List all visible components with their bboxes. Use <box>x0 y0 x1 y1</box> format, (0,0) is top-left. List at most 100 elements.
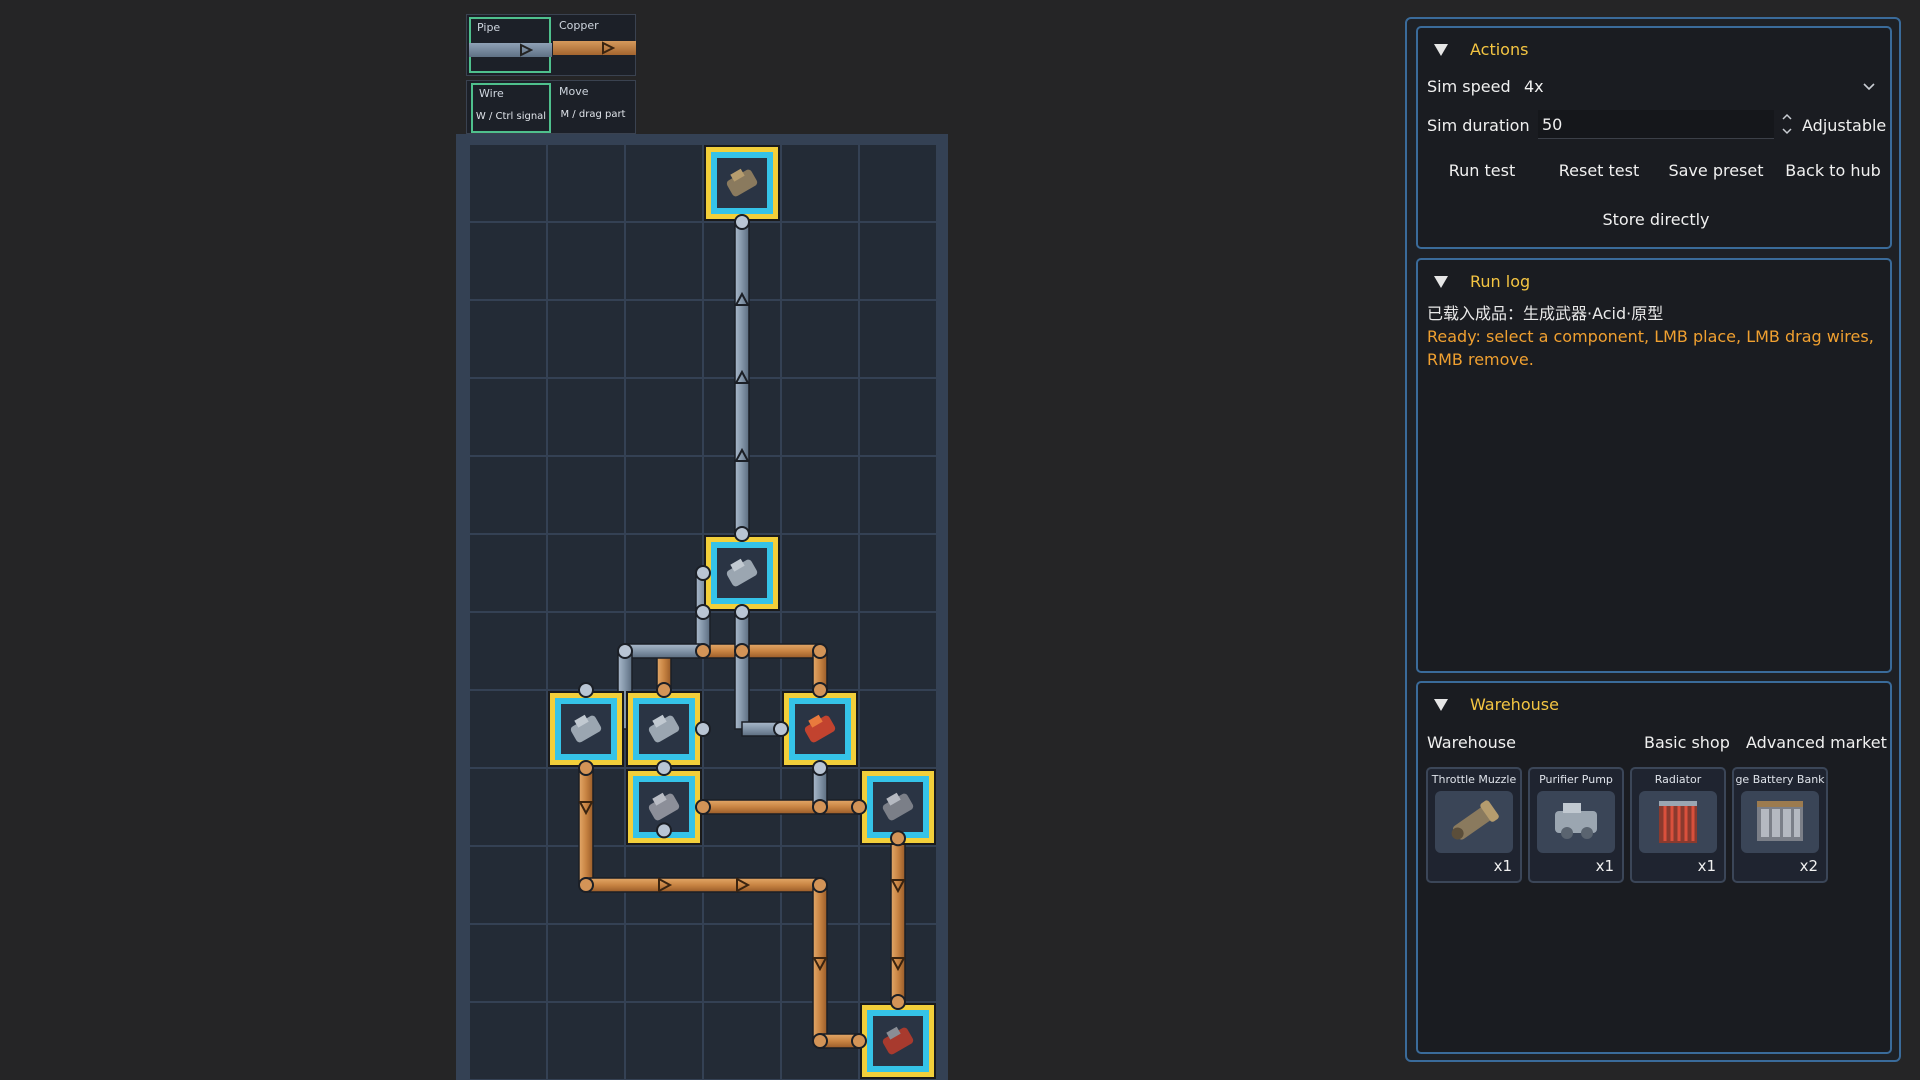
board-cell[interactable] <box>470 301 546 377</box>
board-cell[interactable] <box>626 1003 702 1079</box>
pipe-tool[interactable]: Pipe <box>469 17 552 73</box>
back-to-hub-button[interactable]: Back to hub <box>1783 161 1883 180</box>
muzzle-component[interactable] <box>704 145 780 221</box>
board-cell[interactable] <box>470 535 546 611</box>
pipe-segment[interactable] <box>624 643 704 659</box>
board-cell[interactable] <box>548 613 624 689</box>
move-tool[interactable]: Move M / drag part <box>553 83 633 133</box>
pump-component[interactable] <box>626 691 702 767</box>
copper-port[interactable] <box>890 830 906 847</box>
copper-port[interactable] <box>851 799 867 815</box>
copper-pipe-segment[interactable] <box>702 643 821 659</box>
copper-port[interactable] <box>656 682 672 698</box>
board-cell[interactable] <box>626 925 702 1001</box>
copper-port[interactable] <box>812 643 828 659</box>
copper-pipe-segment[interactable] <box>585 877 821 893</box>
board-cell[interactable] <box>470 223 546 299</box>
pipe-port[interactable] <box>812 760 828 776</box>
board-cell[interactable] <box>470 847 546 923</box>
collapse-run-log-icon[interactable] <box>1434 276 1448 288</box>
inventory-card-radiator[interactable]: Radiator x1 <box>1630 767 1726 883</box>
board-cell[interactable] <box>626 223 702 299</box>
board-cell[interactable] <box>704 1003 780 1079</box>
inventory-card-throttle-muzzle[interactable]: Throttle Muzzle x1 <box>1426 767 1522 883</box>
board-cell[interactable] <box>860 223 936 299</box>
pipe-segment[interactable] <box>734 182 750 574</box>
board-cell[interactable] <box>626 145 702 221</box>
board-grid[interactable] <box>469 144 939 1080</box>
board-cell[interactable] <box>782 535 858 611</box>
run-test-button[interactable]: Run test <box>1432 161 1532 180</box>
copper-port[interactable] <box>578 760 594 776</box>
copper-port[interactable] <box>812 877 828 893</box>
copper-tool[interactable]: Copper <box>553 17 636 73</box>
copper-port[interactable] <box>812 799 828 815</box>
pipe-port[interactable] <box>695 565 711 581</box>
warehouse-title[interactable]: Warehouse <box>1470 695 1559 714</box>
pipe-port[interactable] <box>695 721 711 737</box>
pipe-port[interactable] <box>773 721 789 737</box>
board-cell[interactable] <box>860 535 936 611</box>
pump-component[interactable] <box>704 535 780 611</box>
board-cell[interactable] <box>470 769 546 845</box>
copper-port[interactable] <box>578 877 594 893</box>
board-cell[interactable] <box>782 301 858 377</box>
pipe-port[interactable] <box>656 822 672 839</box>
run-log-title[interactable]: Run log <box>1470 272 1530 291</box>
duration-stepper-icon[interactable] <box>1780 110 1794 138</box>
board-cell[interactable] <box>548 457 624 533</box>
reset-test-button[interactable]: Reset test <box>1549 161 1649 180</box>
pipe-port[interactable] <box>734 214 750 230</box>
store-directly-button[interactable]: Store directly <box>1588 210 1724 229</box>
actions-title[interactable]: Actions <box>1470 40 1528 59</box>
copper-port[interactable] <box>734 643 750 659</box>
pipe-port[interactable] <box>734 604 750 620</box>
battery-red-component[interactable] <box>860 1003 936 1079</box>
copper-port[interactable] <box>812 1033 828 1049</box>
board-cell[interactable] <box>470 457 546 533</box>
board-cell[interactable] <box>782 379 858 455</box>
board-cell[interactable] <box>548 145 624 221</box>
inventory-card-purifier-pump[interactable]: Purifier Pump x1 <box>1528 767 1624 883</box>
collapse-actions-icon[interactable] <box>1434 44 1448 56</box>
copper-port[interactable] <box>812 682 828 698</box>
copper-port[interactable] <box>695 799 711 815</box>
board-cell[interactable] <box>548 535 624 611</box>
wire-tool[interactable]: Wire W / Ctrl signal <box>471 83 551 133</box>
build-board[interactable] <box>456 134 948 1080</box>
board-cell[interactable] <box>860 613 936 689</box>
pipe-port[interactable] <box>617 643 633 659</box>
collapse-warehouse-icon[interactable] <box>1434 699 1448 711</box>
board-cell[interactable] <box>548 223 624 299</box>
pump-component[interactable] <box>548 691 624 767</box>
board-cell[interactable] <box>548 301 624 377</box>
board-cell[interactable] <box>626 535 702 611</box>
save-preset-button[interactable]: Save preset <box>1666 161 1766 180</box>
pipe-segment[interactable] <box>734 611 750 730</box>
board-cell[interactable] <box>626 301 702 377</box>
copper-port[interactable] <box>851 1033 867 1049</box>
tab-warehouse[interactable]: Warehouse <box>1427 733 1516 752</box>
board-cell[interactable] <box>626 457 702 533</box>
board-cell[interactable] <box>782 223 858 299</box>
board-cell[interactable] <box>860 301 936 377</box>
board-cell[interactable] <box>548 925 624 1001</box>
copper-port[interactable] <box>695 643 711 659</box>
pipe-port[interactable] <box>734 526 750 542</box>
board-cell[interactable] <box>548 379 624 455</box>
board-cell[interactable] <box>470 1003 546 1079</box>
board-cell[interactable] <box>470 379 546 455</box>
board-cell[interactable] <box>782 145 858 221</box>
board-cell[interactable] <box>470 613 546 689</box>
copper-port[interactable] <box>890 994 906 1010</box>
board-cell[interactable] <box>626 379 702 455</box>
board-cell[interactable] <box>470 691 546 767</box>
board-cell[interactable] <box>860 145 936 221</box>
tab-basic-shop[interactable]: Basic shop <box>1644 733 1730 752</box>
pipe-port[interactable] <box>695 604 711 620</box>
pipe-port[interactable] <box>656 760 672 776</box>
board-cell[interactable] <box>470 145 546 221</box>
board-cell[interactable] <box>704 925 780 1001</box>
board-cell[interactable] <box>860 457 936 533</box>
sim-speed-select[interactable]: 4x <box>1518 72 1878 100</box>
